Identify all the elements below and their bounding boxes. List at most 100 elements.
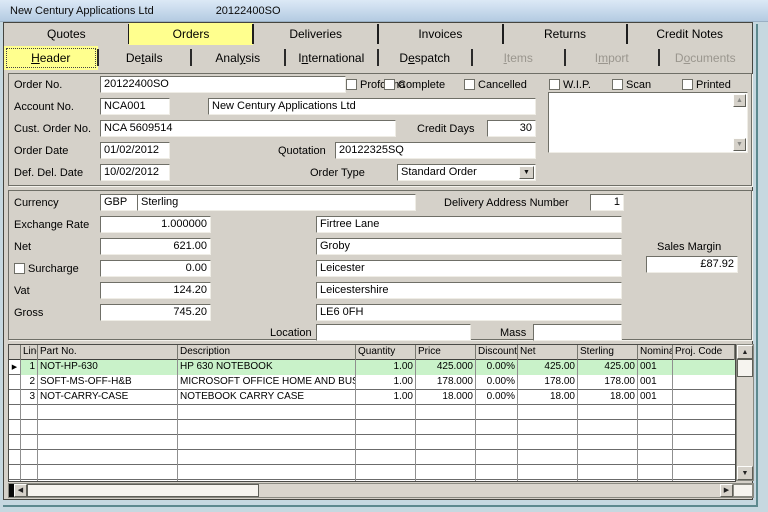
horizontal-scroll-thumb[interactable] <box>27 484 259 497</box>
cust-order-no-field[interactable]: NCA 5609514 <box>100 120 396 137</box>
grid-cell <box>673 390 735 405</box>
grid-cell: 178.00 <box>518 375 578 390</box>
address-line-1-field[interactable]: Firtree Lane <box>316 216 622 233</box>
exchange-rate-field[interactable]: 1.000000 <box>100 216 211 233</box>
grid-cell <box>178 465 356 480</box>
address-line-3-field[interactable]: Leicester <box>316 260 622 277</box>
vat-field[interactable]: 124.20 <box>100 282 211 299</box>
address-line-4-field[interactable]: Leicestershire <box>316 282 622 299</box>
vertical-scroll-thumb[interactable] <box>737 359 753 377</box>
grid-cell <box>178 405 356 420</box>
grid-cell <box>178 420 356 435</box>
grid-row-3[interactable]: 3NOT-CARRY-CASE NOTEBOOK CARRY CASE1.001… <box>9 390 735 405</box>
grid-empty-row[interactable] <box>9 480 735 482</box>
main-tab-deliveries[interactable]: Deliveries <box>253 23 378 45</box>
main-tab-invoices[interactable]: Invoices <box>378 23 503 45</box>
grid-empty-row[interactable] <box>9 405 735 420</box>
address-line-5-field[interactable]: LE6 0FH <box>316 304 622 321</box>
gross-field[interactable]: 745.20 <box>100 304 211 321</box>
row-selector-cell <box>9 465 21 480</box>
sub-tab-analysis[interactable]: Analysis <box>191 46 285 70</box>
scan-checkbox[interactable] <box>612 79 623 90</box>
grid-cell: 1.00 <box>356 360 416 375</box>
grid-horizontal-scrollbar[interactable]: ◀ ▶ <box>8 483 754 498</box>
document-number: 20122400SO <box>216 5 281 17</box>
currency-code-field[interactable]: GBP <box>100 194 138 211</box>
wip-label: W.I.P. <box>563 79 591 91</box>
credit-days-field[interactable]: 30 <box>487 120 536 137</box>
row-selector-cell <box>9 375 21 390</box>
def-del-date-field[interactable]: 10/02/2012 <box>100 164 170 181</box>
grid-cell <box>178 435 356 450</box>
sub-tab-international[interactable]: International <box>285 46 379 70</box>
account-no-field[interactable]: NCA001 <box>100 98 170 115</box>
order-no-field[interactable]: 20122400SO <box>100 76 346 93</box>
grid-empty-row[interactable] <box>9 420 735 435</box>
main-tab-credit-notes[interactable]: Credit Notes <box>627 23 752 45</box>
cancelled-checkbox[interactable] <box>464 79 475 90</box>
grid-cell <box>518 465 578 480</box>
grid-cell: 0.00% <box>476 390 518 405</box>
grid-cell <box>356 420 416 435</box>
account-name-field[interactable]: New Century Applications Ltd <box>208 98 536 115</box>
delivery-address-number-field[interactable]: 1 <box>590 194 624 211</box>
main-tab-returns[interactable]: Returns <box>503 23 628 45</box>
mass-label: Mass <box>500 327 526 339</box>
surcharge-field[interactable]: 0.00 <box>100 260 211 277</box>
printed-checkbox[interactable] <box>682 79 693 90</box>
grid-vertical-scrollbar[interactable]: ▲ ▼ <box>736 344 754 481</box>
main-tab-quotes[interactable]: Quotes <box>4 23 129 45</box>
net-field[interactable]: 621.00 <box>100 238 211 255</box>
main-tab-orders[interactable]: Orders <box>129 23 254 45</box>
scroll-down-icon[interactable]: ▼ <box>737 466 753 480</box>
grid-cell <box>416 435 476 450</box>
sub-tab-header[interactable]: Header <box>4 46 98 70</box>
sales-margin-label: Sales Margin <box>657 241 721 253</box>
cancelled-label: Cancelled <box>478 79 527 91</box>
printed-label: Printed <box>696 79 731 91</box>
grid-row-1[interactable]: ▶1NOT-HP-630HP 630 NOTEBOOK1.00425.0000.… <box>9 360 735 375</box>
grid-empty-row[interactable] <box>9 450 735 465</box>
currency-name-field[interactable]: Sterling <box>137 194 416 211</box>
grid-cell: 001 <box>638 360 673 375</box>
def-del-date-label: Def. Del. Date <box>14 167 83 179</box>
scroll-right-icon[interactable]: ▶ <box>720 484 733 497</box>
grid-cell: 18.00 <box>518 390 578 405</box>
scroll-down-icon[interactable]: ▼ <box>733 138 746 151</box>
sub-tab-details[interactable]: Details <box>98 46 192 70</box>
grid-cell <box>356 405 416 420</box>
order-type-dropdown[interactable]: Standard Order ▼ <box>397 164 536 181</box>
window-frame-bottom <box>3 505 758 507</box>
notes-textarea[interactable]: ▲ ▼ <box>548 92 748 153</box>
scroll-up-icon[interactable]: ▲ <box>737 345 753 359</box>
quotation-field[interactable]: 20122325SQ <box>335 142 536 159</box>
chevron-down-icon[interactable]: ▼ <box>519 166 534 179</box>
scroll-left-icon[interactable]: ◀ <box>14 484 27 497</box>
location-field[interactable] <box>316 324 471 341</box>
complete-checkbox[interactable] <box>384 79 395 90</box>
column-header-sterling: Sterling <box>578 345 638 360</box>
grid-cell <box>476 420 518 435</box>
grid-empty-row[interactable] <box>9 435 735 450</box>
address-line-2-field[interactable]: Groby <box>316 238 622 255</box>
proforma-checkbox[interactable] <box>346 79 357 90</box>
sub-tab-despatch[interactable]: Despatch <box>378 46 472 70</box>
grid-cell: 178.00 <box>578 375 638 390</box>
column-header-part-no: Part No. <box>38 345 178 360</box>
grid-cell <box>21 465 38 480</box>
grid-row-2[interactable]: 2SOFT-MS-OFF-H&BMICROSOFT OFFICE HOME AN… <box>9 375 735 390</box>
wip-checkbox[interactable] <box>549 79 560 90</box>
scroll-up-icon[interactable]: ▲ <box>733 94 746 107</box>
sub-tab-documents: Documents <box>659 46 753 70</box>
grid-cell <box>518 435 578 450</box>
surcharge-checkbox[interactable] <box>14 263 25 274</box>
grid-cell <box>416 480 476 482</box>
order-date-field[interactable]: 01/02/2012 <box>100 142 170 159</box>
row-selector-cell <box>9 405 21 420</box>
grid-cell <box>38 450 178 465</box>
sub-tab-items: Items <box>472 46 566 70</box>
grid-cell: 001 <box>638 390 673 405</box>
grid-cell <box>356 450 416 465</box>
mass-field[interactable] <box>533 324 622 341</box>
grid-empty-row[interactable] <box>9 465 735 480</box>
